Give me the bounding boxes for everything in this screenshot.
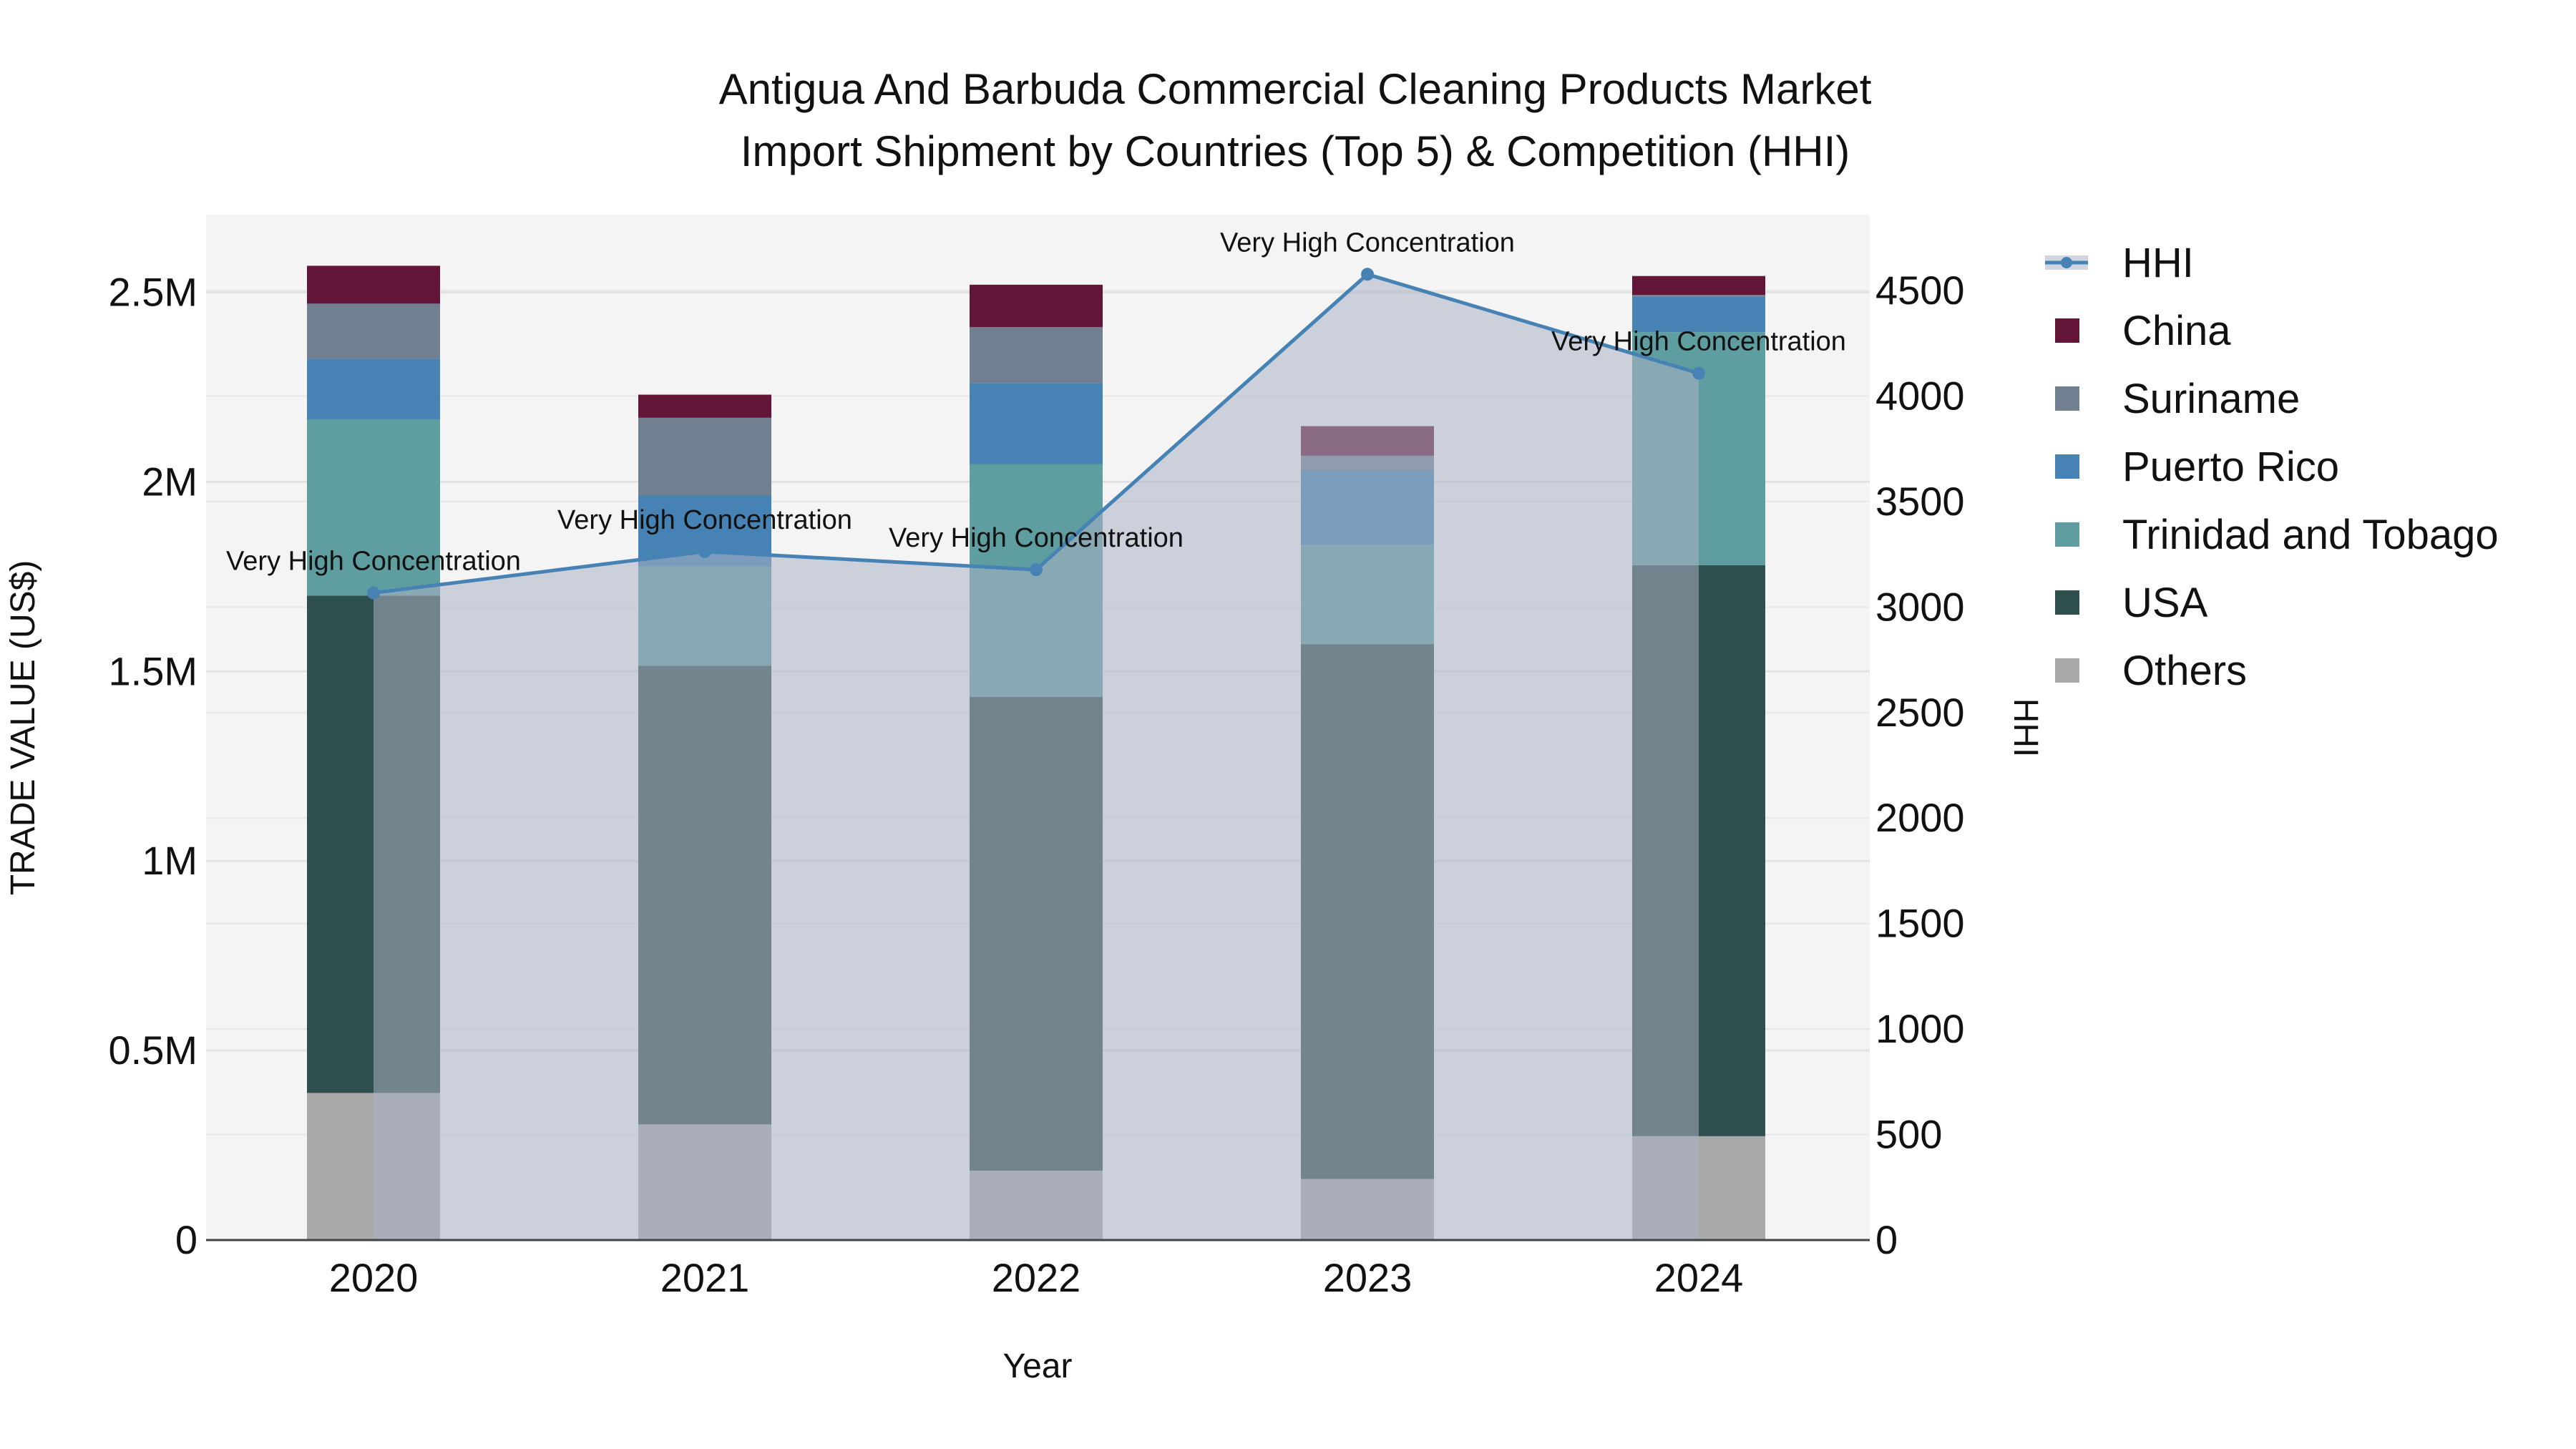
hhi-annotation: Very High Concentration — [889, 523, 1184, 553]
y-tick-label: 1M — [142, 838, 197, 883]
bar-china-2022 — [970, 284, 1103, 328]
bar-china-2021 — [638, 394, 771, 418]
bar-suriname-2022 — [970, 327, 1103, 384]
hhi-point-2020 — [367, 586, 380, 600]
y-tick-label: 1.5M — [109, 648, 198, 693]
y2-tick-label: 3500 — [1875, 479, 1965, 524]
hhi-annotation: Very High Concentration — [226, 547, 521, 577]
legend-label-usa: USA — [2122, 580, 2208, 626]
x-tick-label: 2021 — [660, 1255, 750, 1300]
y2-tick-label: 4000 — [1875, 373, 1965, 418]
hhi-annotation: Very High Concentration — [557, 505, 852, 535]
y-axis-ticks: 0 0.5M 1M 1.5M 2M 2.5M — [109, 270, 198, 1263]
legend-label-hhi: HHI — [2122, 240, 2194, 286]
x-tick-label: 2022 — [992, 1255, 1081, 1300]
hhi-point-2023 — [1361, 268, 1374, 281]
y2-tick-label: 0 — [1875, 1217, 1898, 1262]
y2-tick-label: 1000 — [1875, 1006, 1965, 1051]
y2-tick-label: 2500 — [1875, 690, 1965, 735]
legend-hhi-marker — [2061, 257, 2072, 268]
y2-tick-label: 3000 — [1875, 584, 1965, 629]
legend-swatch-trinidad-and-tobago — [2055, 522, 2079, 547]
legend-swatch-china — [2055, 318, 2079, 343]
x-tick-label: 2024 — [1654, 1255, 1744, 1300]
chart-subtitle: Import Shipment by Countries (Top 5) & C… — [741, 127, 1850, 175]
y-tick-label: 0 — [175, 1217, 197, 1262]
legend-label-trinidad-and-tobago: Trinidad and Tobago — [2122, 512, 2499, 558]
y2-tick-label: 2000 — [1875, 795, 1965, 840]
y2-axis-title: HHI — [2006, 698, 2044, 758]
y-tick-label: 0.5M — [109, 1028, 198, 1073]
y2-tick-label: 4500 — [1875, 268, 1965, 313]
y2-tick-label: 1500 — [1875, 901, 1965, 946]
y2-tick-label: 500 — [1875, 1112, 1942, 1157]
legend: HHI China Suriname Puerto Rico Trinidad and … — [2045, 240, 2499, 694]
bar-puerto-rico-2020 — [307, 358, 440, 419]
bar-suriname-2024 — [1632, 295, 1765, 297]
bar-china-2020 — [307, 265, 440, 304]
hhi-annotation: Very High Concentration — [1551, 327, 1846, 357]
y-tick-label: 2M — [142, 459, 197, 504]
x-tick-label: 2023 — [1323, 1255, 1413, 1300]
legend-swatch-usa — [2055, 590, 2079, 615]
legend-swatch-others — [2055, 658, 2079, 683]
legend-swatch-suriname — [2055, 386, 2079, 411]
hhi-point-2022 — [1030, 563, 1043, 577]
legend-label-others: Others — [2122, 648, 2247, 694]
y2-axis-ticks: 0 500 1000 1500 2000 2500 3000 3500 4000 4500 — [1875, 268, 1965, 1262]
hhi-annotation: Very High Concentration — [1220, 228, 1515, 258]
hhi-point-2024 — [1692, 366, 1705, 380]
bar-puerto-rico-2022 — [970, 383, 1103, 464]
x-tick-label: 2020 — [329, 1255, 419, 1300]
chart: Very High Concentration Very High Concent… — [4, 65, 2499, 1385]
bar-suriname-2020 — [307, 303, 440, 359]
hhi-point-2021 — [698, 545, 711, 558]
bar-suriname-2021 — [638, 417, 771, 496]
legend-label-china: China — [2122, 308, 2231, 354]
legend-swatch-puerto-rico — [2055, 454, 2079, 479]
legend-label-suriname: Suriname — [2122, 376, 2300, 422]
y-tick-label: 2.5M — [109, 270, 198, 315]
bar-china-2024 — [1632, 275, 1765, 296]
chart-title: Antigua And Barbuda Commercial Cleaning … — [719, 65, 1872, 113]
x-axis-title: Year — [1003, 1347, 1073, 1385]
y-axis-title: TRADE VALUE (US$) — [4, 560, 42, 896]
legend-label-puerto-rico: Puerto Rico — [2122, 444, 2339, 490]
x-axis-ticks: 2020 2021 2022 2023 2024 — [329, 1255, 1744, 1300]
